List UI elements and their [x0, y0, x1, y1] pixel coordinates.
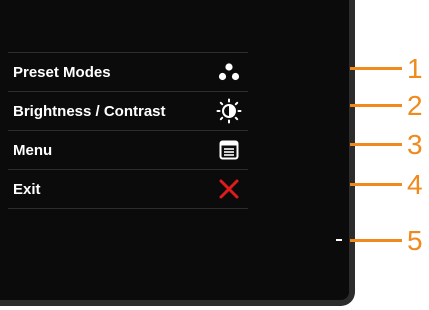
button-4-callout[interactable]: 4 [345, 170, 429, 200]
exit-x-icon [216, 176, 242, 202]
preset-modes-dots-icon [216, 59, 242, 85]
osd-item-label: Exit [13, 180, 41, 198]
callout-line [350, 143, 402, 146]
monitor-screen: Preset Modes Brightness / Contrast Menu … [0, 0, 355, 306]
button-2-callout[interactable]: 2 [345, 91, 429, 121]
button-5-callout[interactable]: 5 [345, 226, 429, 256]
osd-item-exit[interactable]: Exit [8, 170, 248, 209]
callout-line [350, 67, 402, 70]
front-panel-buttons: 1 2 3 4 5 [345, 0, 429, 306]
callout-line [350, 183, 402, 186]
osd-item-preset-modes[interactable]: Preset Modes [8, 53, 248, 92]
callout-line [350, 239, 402, 242]
callout-number: 5 [407, 225, 423, 256]
osd-item-brightness-contrast[interactable]: Brightness / Contrast [8, 92, 248, 131]
callout-number: 4 [407, 169, 423, 200]
osd-item-menu[interactable]: Menu [8, 131, 248, 170]
callout-number: 2 [407, 90, 423, 121]
callout-number: 3 [407, 129, 423, 160]
callout-number: 1 [407, 53, 423, 84]
button-1-callout[interactable]: 1 [345, 54, 429, 84]
brightness-contrast-icon [216, 98, 242, 124]
osd-item-label: Brightness / Contrast [13, 102, 166, 120]
osd-item-label: Menu [13, 141, 53, 159]
button-3-callout[interactable]: 3 [345, 130, 429, 160]
menu-icon [216, 137, 242, 163]
power-indicator [336, 239, 342, 241]
osd-item-label: Preset Modes [13, 63, 111, 81]
callout-line [350, 104, 402, 107]
osd-menu: Preset Modes Brightness / Contrast Menu … [8, 52, 248, 209]
